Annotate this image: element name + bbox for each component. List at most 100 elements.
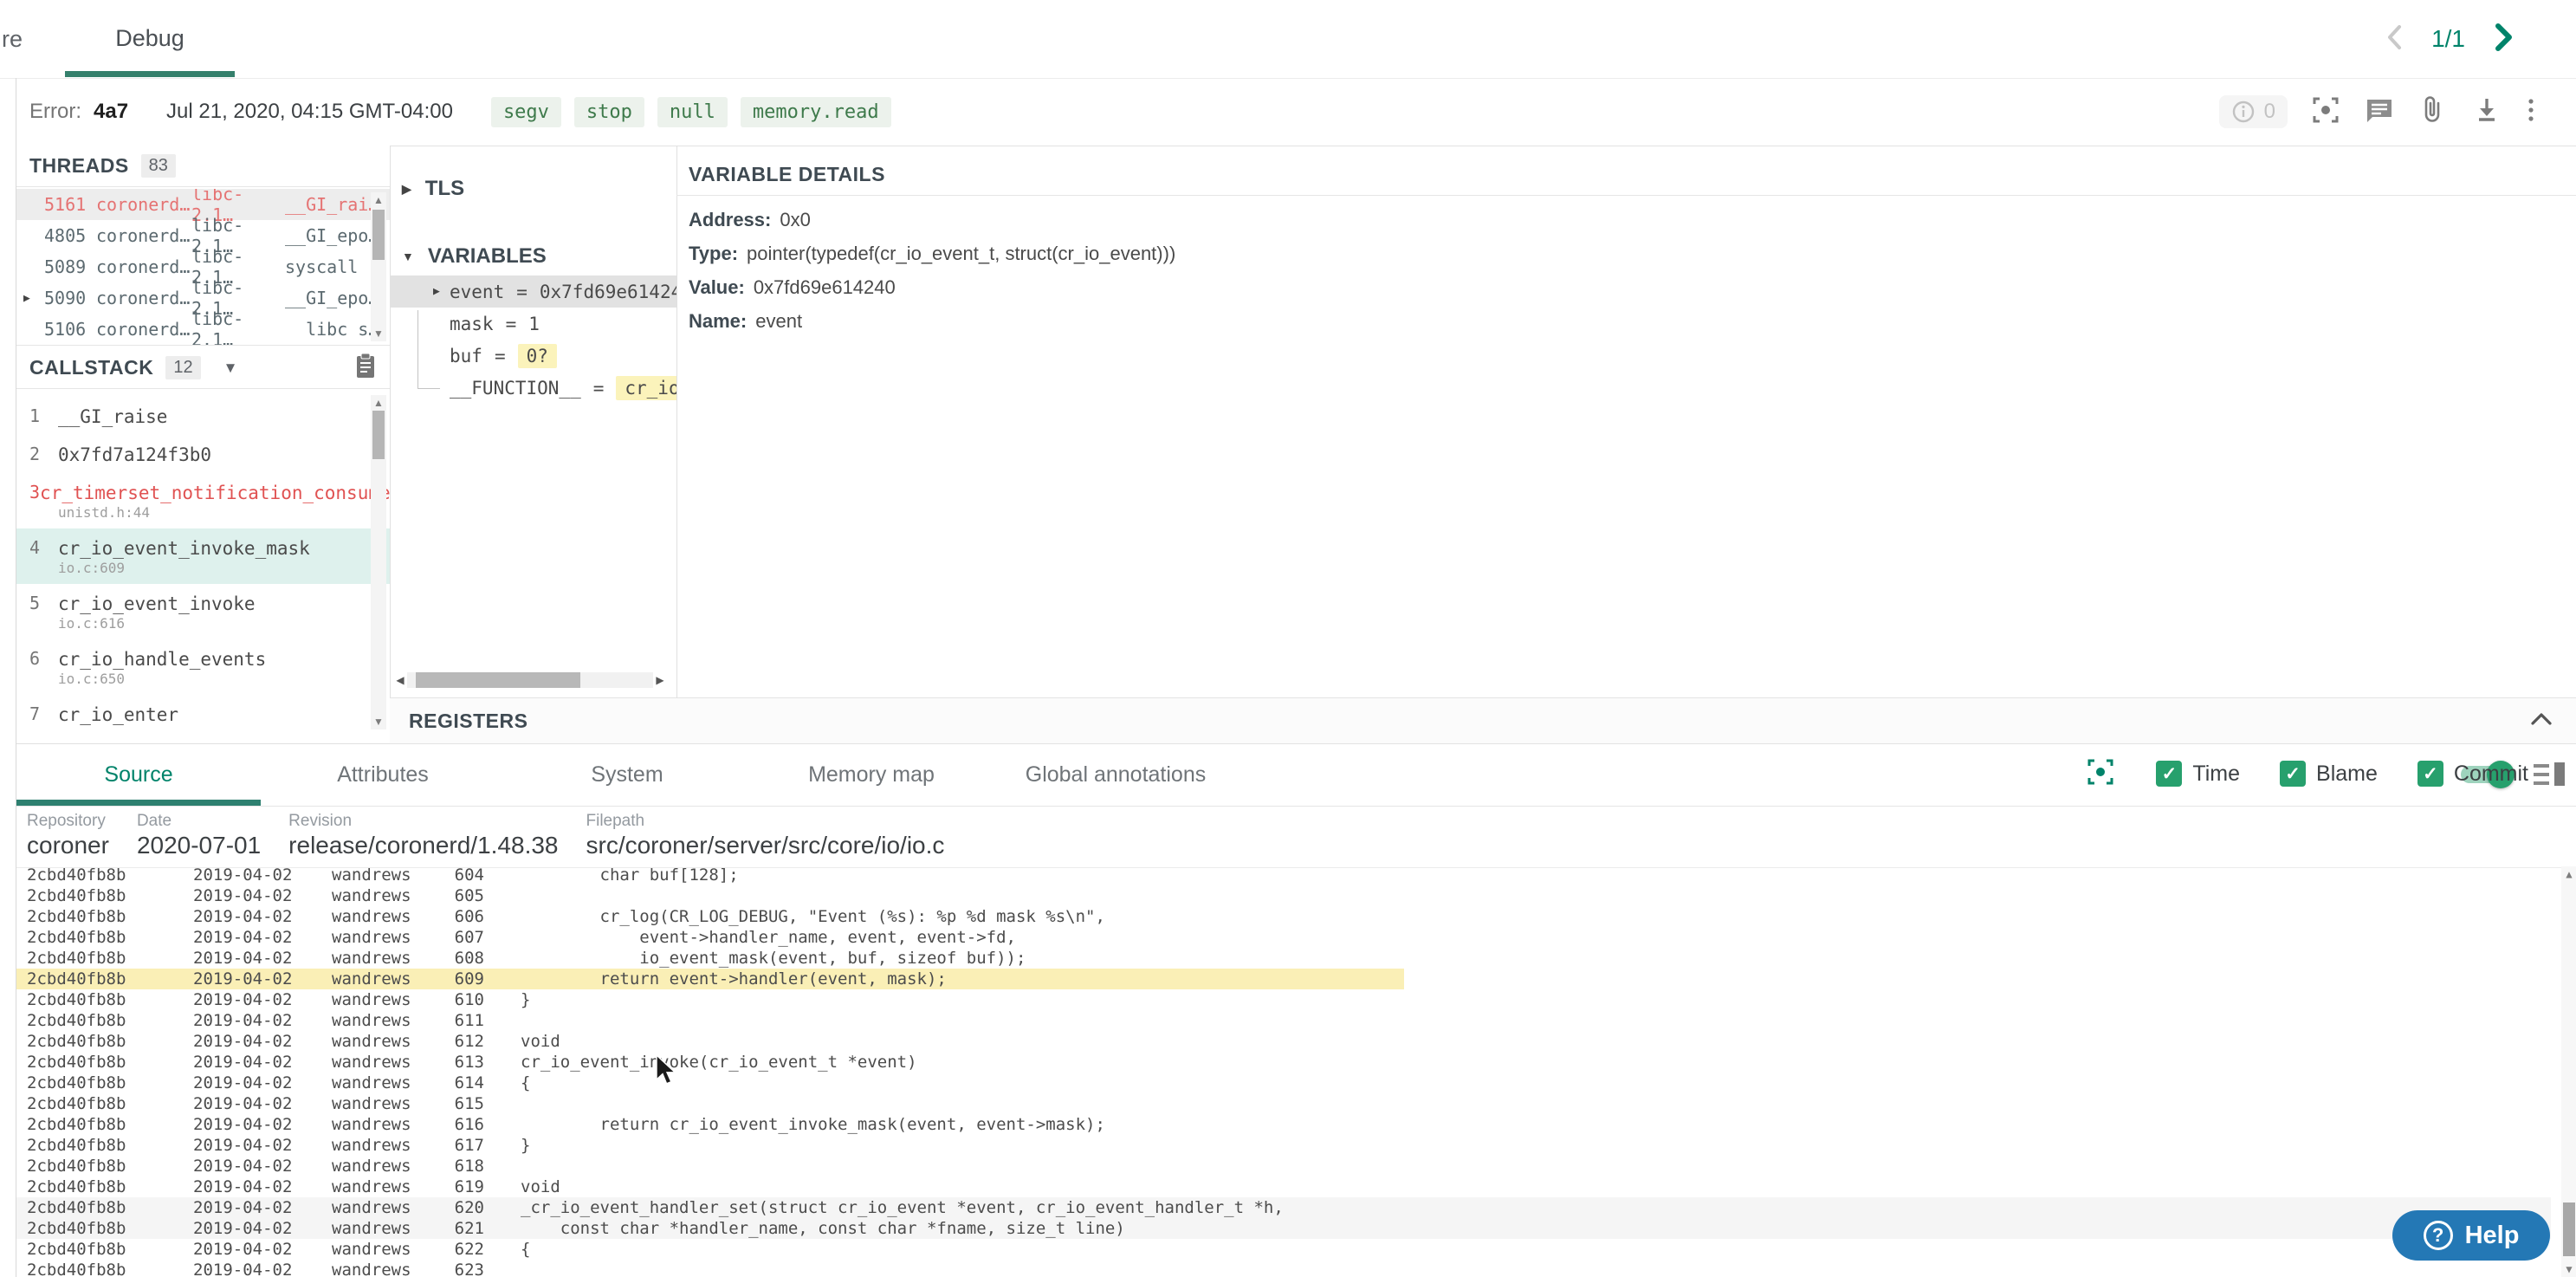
expand-icon[interactable]: ▶ [433, 285, 440, 298]
callstack-frame[interactable]: 2 0x7fd7a124f3b0 [16, 435, 390, 473]
tab-debug[interactable]: Debug [65, 0, 235, 77]
line-number: 608 [432, 949, 484, 968]
checkbox[interactable]: ✓ Time [2156, 761, 2240, 787]
callstack-frame[interactable]: 1 __GI_raise [16, 397, 390, 435]
variables-panel: ▶ TLS ▼ VARIABLES ▶ event = 0x7fd69e6142… [390, 146, 677, 697]
scroll-up-icon[interactable]: ▲ [371, 397, 386, 409]
bottom-tab[interactable]: System [505, 743, 749, 806]
error-tag[interactable]: memory.read [741, 97, 891, 127]
thread-function: __GI_epo… [285, 288, 379, 308]
tls-section-toggle[interactable]: ▶ TLS [402, 177, 464, 201]
scroll-down-icon[interactable]: ▼ [2561, 1263, 2576, 1275]
help-button[interactable]: ? Help [2392, 1210, 2550, 1261]
expand-down-icon[interactable]: ▼ [402, 250, 414, 263]
blame-commit[interactable]: 2cbd40fb8b [27, 1053, 126, 1072]
bottom-tab[interactable]: Memory map [749, 743, 994, 806]
blame-commit[interactable]: 2cbd40fb8b [27, 1073, 126, 1092]
blame-commit[interactable]: 2cbd40fb8b [27, 1011, 126, 1030]
blame-commit[interactable]: 2cbd40fb8b [27, 1094, 126, 1113]
source-line-row: 2cbd40fb8b 2019-04-02 wandrews 609 retur… [16, 969, 2551, 989]
callstack-frame[interactable]: 5 cr_io_event_invoke io.c:616 [16, 584, 390, 639]
blame-commit[interactable]: 2cbd40fb8b [27, 886, 126, 905]
metadata-value: src/coroner/server/src/core/io/io.c [586, 832, 945, 859]
blame-commit[interactable]: 2cbd40fb8b [27, 1136, 126, 1155]
error-tag[interactable]: null [657, 97, 728, 127]
blame-commit[interactable]: 2cbd40fb8b [27, 866, 126, 885]
blame-commit[interactable]: 2cbd40fb8b [27, 1177, 126, 1196]
variables-horizontal-scrollbar[interactable]: ◀ ▶ [393, 670, 667, 690]
blame-commit[interactable]: 2cbd40fb8b [27, 1032, 126, 1051]
expand-icon[interactable]: ▶ [23, 292, 44, 305]
frame-location: io.c:650 [58, 671, 390, 688]
variable-row[interactable]: ▶ buf = 0? [390, 340, 676, 372]
line-number: 623 [432, 1261, 484, 1277]
comment-icon[interactable] [2364, 94, 2395, 130]
next-page-button[interactable] [2491, 21, 2515, 58]
callstack-filter-caret-icon[interactable]: ▼ [223, 360, 238, 377]
bottom-tab[interactable]: Global annotations [994, 743, 1238, 806]
line-number: 619 [432, 1177, 484, 1196]
blame-commit[interactable]: 2cbd40fb8b [27, 1261, 126, 1277]
callstack-frame[interactable]: 3 cr_timerset_notification_consume unist… [16, 473, 390, 528]
scroll-up-icon[interactable]: ▲ [2561, 868, 2576, 880]
scrollbar-thumb[interactable] [372, 411, 385, 459]
callstack-frame[interactable]: 6 cr_io_handle_events io.c:650 [16, 639, 390, 695]
threads-scrollbar[interactable]: ▲ ▼ [371, 192, 386, 341]
blame-commit[interactable]: 2cbd40fb8b [27, 990, 126, 1009]
prev-page-button[interactable] [2383, 22, 2405, 57]
top-bar: re Debug 1/1 [0, 0, 2576, 79]
checkbox-checked-icon[interactable]: ✓ [2156, 761, 2182, 787]
focus-line-icon[interactable] [2085, 756, 2116, 792]
checkbox-checked-icon[interactable]: ✓ [2417, 761, 2443, 787]
scrollbar-thumb[interactable] [2563, 1202, 2575, 1256]
copy-callstack-icon[interactable] [353, 352, 378, 384]
blame-author: wandrews [332, 886, 411, 905]
scroll-down-icon[interactable]: ▼ [371, 327, 386, 340]
scroll-down-icon[interactable]: ▼ [371, 716, 386, 728]
blame-commit[interactable]: 2cbd40fb8b [27, 1240, 126, 1259]
checkbox[interactable]: ✓ Blame [2280, 761, 2378, 787]
blame-commit[interactable]: 2cbd40fb8b [27, 1115, 126, 1134]
source-line-row: 2cbd40fb8b 2019-04-02 wandrews 619 void [16, 1177, 2551, 1197]
error-id[interactable]: 4a7 [94, 100, 128, 124]
metadata-label: Filepath [586, 812, 945, 831]
scrollbar-track[interactable] [407, 672, 653, 688]
source-scrollbar[interactable]: ▲ ▼ [2561, 866, 2576, 1277]
thread-row[interactable]: ▶ 5106 coronerd… libc-2.1… libc s… [16, 314, 390, 345]
blame-commit[interactable]: 2cbd40fb8b [27, 907, 126, 926]
blame-commit[interactable]: 2cbd40fb8b [27, 1157, 126, 1176]
error-tag[interactable]: segv [491, 97, 561, 127]
more-icon[interactable] [2525, 94, 2537, 130]
scroll-right-icon[interactable]: ▶ [653, 674, 667, 686]
attachment-icon[interactable] [2417, 94, 2449, 130]
scroll-left-icon[interactable]: ◀ [393, 674, 407, 686]
callstack-scrollbar[interactable]: ▲ ▼ [371, 395, 386, 729]
collapse-chevron-icon[interactable] [2527, 710, 2556, 732]
error-tag[interactable]: stop [574, 97, 644, 127]
blame-commit[interactable]: 2cbd40fb8b [27, 1219, 126, 1238]
code-text: void [521, 1032, 560, 1051]
blame-commit[interactable]: 2cbd40fb8b [27, 969, 126, 989]
variable-row[interactable]: ▶ event = 0x7fd69e614240 [390, 275, 676, 308]
tab-partial-left[interactable]: re [2, 26, 23, 53]
blame-commit[interactable]: 2cbd40fb8b [27, 1198, 126, 1217]
variable-row[interactable]: ▶ mask = 1 [390, 308, 676, 340]
blame-author: wandrews [332, 1157, 411, 1176]
callstack-frame[interactable]: 4 cr_io_event_invoke_mask io.c:609 [16, 528, 390, 584]
expand-right-icon[interactable]: ▶ [402, 182, 411, 197]
checkbox[interactable]: ✓ Commit [2417, 761, 2528, 787]
blame-commit[interactable]: 2cbd40fb8b [27, 949, 126, 968]
focus-icon[interactable] [2310, 94, 2341, 130]
scroll-up-icon[interactable]: ▲ [371, 194, 386, 206]
checkbox-checked-icon[interactable]: ✓ [2280, 761, 2306, 787]
callstack-frame[interactable]: 7 cr_io_enter [16, 695, 390, 733]
scrollbar-thumb[interactable] [416, 672, 580, 688]
download-icon[interactable] [2471, 94, 2502, 130]
scrollbar-thumb[interactable] [372, 210, 385, 260]
variables-section-toggle[interactable]: ▼ VARIABLES [402, 244, 547, 269]
bottom-tab[interactable]: Attributes [261, 743, 505, 806]
info-count-badge[interactable]: 0 [2219, 95, 2288, 128]
layout-list-icon[interactable] [2534, 762, 2565, 788]
bottom-tab[interactable]: Source [16, 743, 261, 806]
blame-commit[interactable]: 2cbd40fb8b [27, 928, 126, 947]
